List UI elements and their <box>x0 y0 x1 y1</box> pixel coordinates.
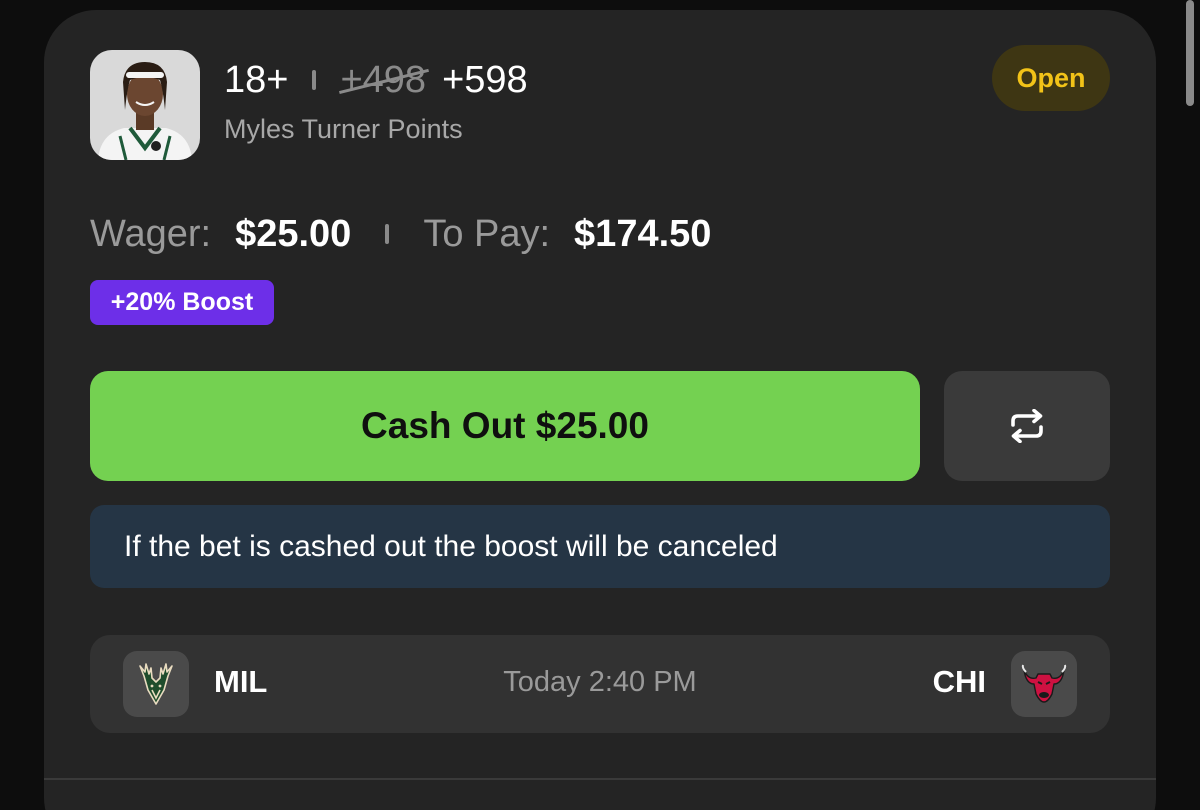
away-team-logo <box>1011 651 1077 717</box>
bet-line: 18+ <box>224 58 289 101</box>
scrollbar[interactable] <box>1186 0 1194 106</box>
odds-row: 18+ +498 +598 <box>224 52 528 108</box>
old-odds: +498 <box>340 58 427 101</box>
game-row[interactable]: MIL Today 2:40 PM CHI <box>90 635 1110 733</box>
repeat-arrows-icon <box>1011 409 1043 443</box>
bet-slip-page: 18+ +498 +598 Myles Turner Points Open W… <box>0 0 1200 810</box>
player-avatar <box>90 50 200 160</box>
wager-separator <box>385 224 390 244</box>
wager-row: Wager: $25.00 To Pay: $174.50 <box>90 208 711 260</box>
wager-value: $25.00 <box>235 212 352 255</box>
status-badge: Open <box>992 45 1110 111</box>
cash-out-button[interactable]: Cash Out $25.00 <box>90 371 920 481</box>
wager-label: Wager: <box>90 212 212 255</box>
bet-card: 18+ +498 +598 Myles Turner Points Open W… <box>44 10 1156 810</box>
player-photo-icon <box>90 50 200 160</box>
cash-out-warning-banner: If the bet is cashed out the boost will … <box>90 505 1110 588</box>
market-label: Myles Turner Points <box>224 114 463 144</box>
boost-badge: +20% Boost <box>90 280 274 325</box>
cash-out-warning-text: If the bet is cashed out the boost will … <box>124 529 778 563</box>
bulls-logo-icon <box>1021 664 1067 703</box>
odds-separator <box>312 70 317 90</box>
away-team-abbr: CHI <box>932 664 986 699</box>
to-pay-label: To Pay: <box>423 212 551 255</box>
repeat-bet-button[interactable] <box>944 371 1110 481</box>
card-divider <box>44 778 1156 780</box>
to-pay-value: $174.50 <box>574 212 712 255</box>
boosted-odds: +598 <box>442 58 528 101</box>
